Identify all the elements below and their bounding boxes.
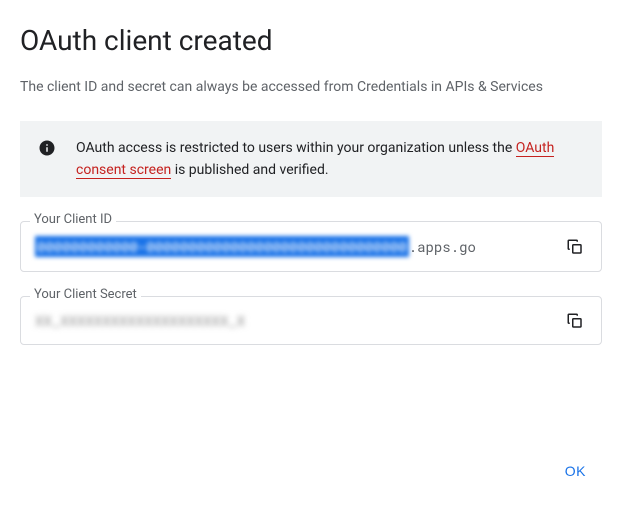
ok-button[interactable]: OK bbox=[553, 455, 598, 487]
dialog-actions: OK bbox=[553, 455, 598, 487]
copy-icon bbox=[566, 238, 584, 256]
info-icon bbox=[38, 139, 56, 157]
client-secret-label: Your Client Secret bbox=[30, 287, 141, 302]
client-secret-field: Your Client Secret XX_XXXXXXXXXXXXXXXXXX… bbox=[20, 296, 602, 345]
client-id-value: 000000000000-000000000000000000000000000… bbox=[35, 236, 409, 257]
dialog-title: OAuth client created bbox=[20, 24, 602, 57]
info-banner: OAuth access is restricted to users with… bbox=[20, 121, 602, 197]
copy-client-id-button[interactable] bbox=[557, 229, 593, 265]
info-text-before: OAuth access is restricted to users with… bbox=[76, 140, 516, 156]
info-text: OAuth access is restricted to users with… bbox=[76, 137, 584, 181]
client-secret-box: XX_XXXXXXXXXXXXXXXXXXXX_X bbox=[20, 296, 602, 345]
client-id-box: 000000000000-000000000000000000000000000… bbox=[20, 221, 602, 272]
info-text-after: is published and verified. bbox=[171, 162, 328, 178]
copy-icon bbox=[566, 312, 584, 330]
client-id-suffix: .apps.go bbox=[409, 237, 476, 256]
client-secret-value: XX_XXXXXXXXXXXXXXXXXXXX_X bbox=[35, 311, 245, 330]
copy-client-secret-button[interactable] bbox=[557, 303, 593, 339]
dialog-subtitle: The client ID and secret can always be a… bbox=[20, 77, 602, 97]
client-id-field: Your Client ID 000000000000-000000000000… bbox=[20, 221, 602, 272]
client-id-label: Your Client ID bbox=[30, 212, 116, 227]
